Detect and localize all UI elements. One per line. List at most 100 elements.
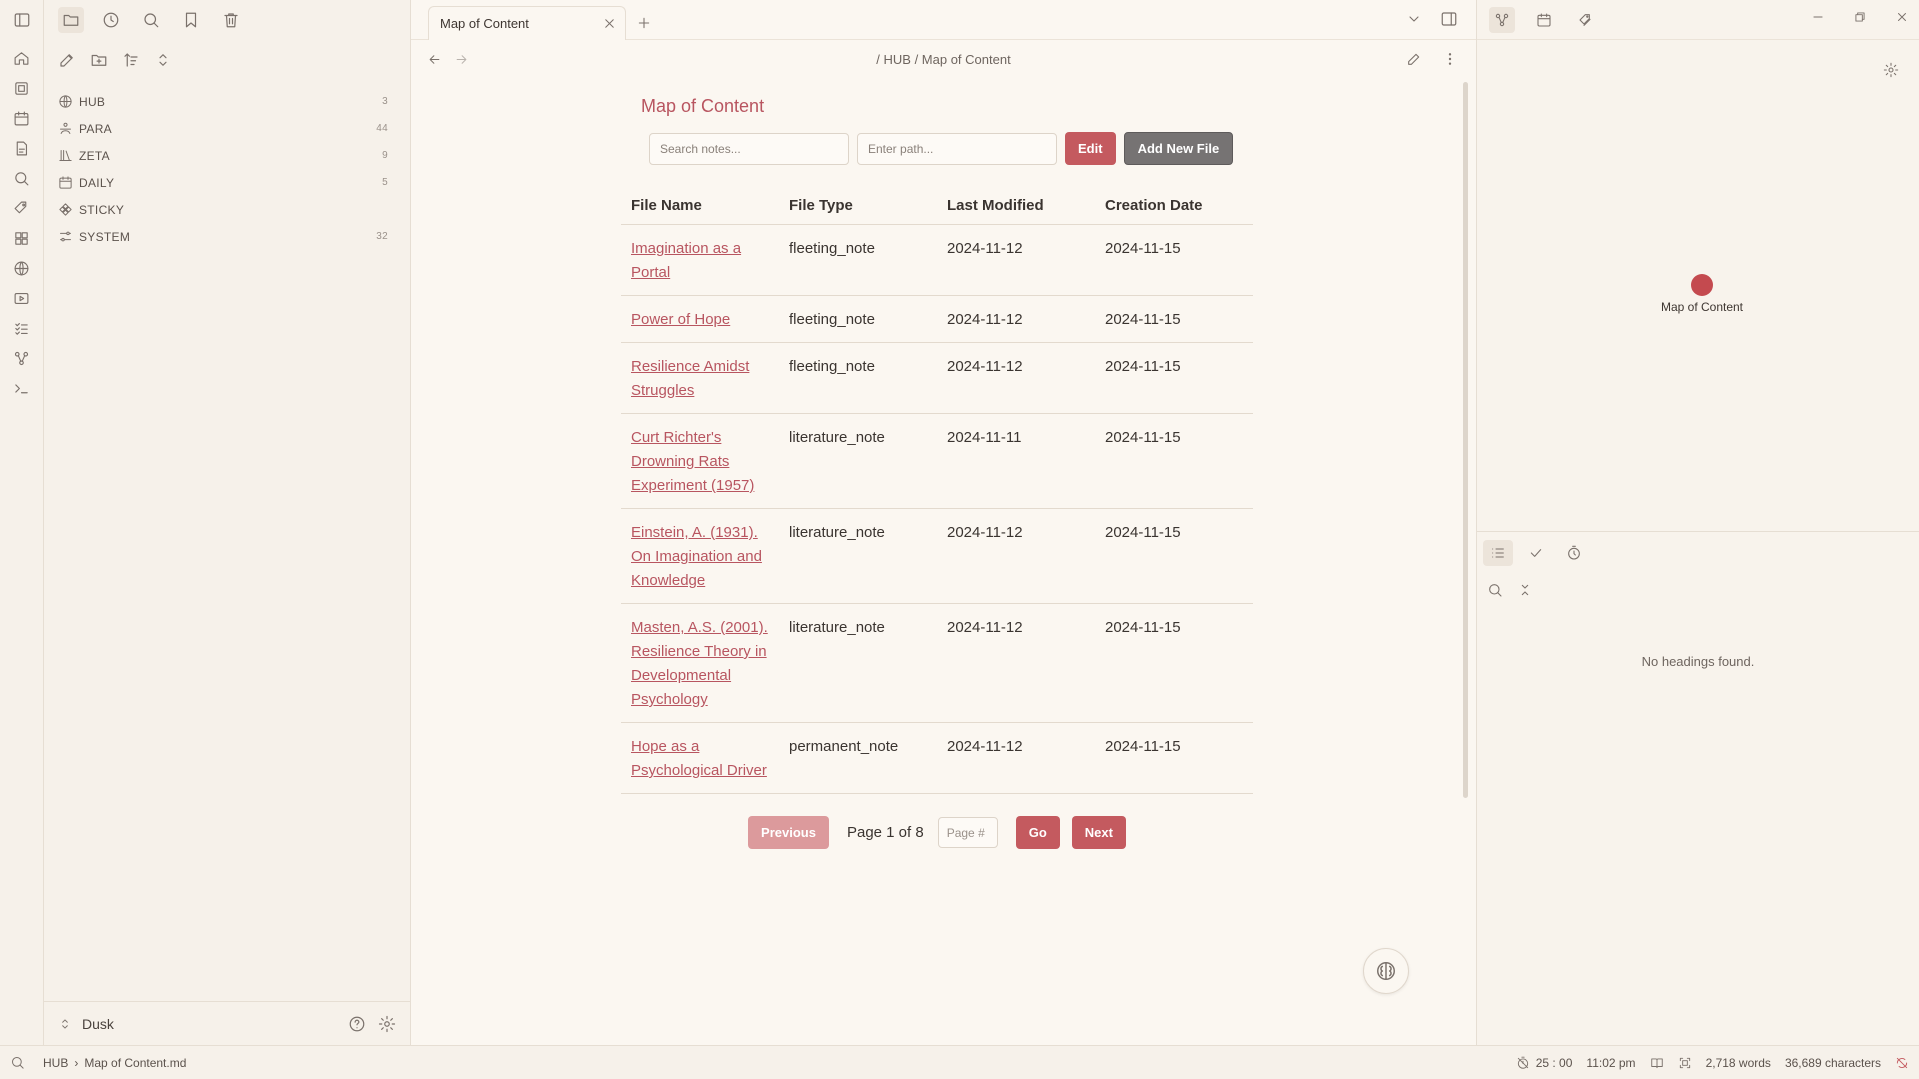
crumb-folder[interactable]: HUB <box>43 1056 68 1070</box>
breadcrumb[interactable]: / HUB / Map of Content <box>411 52 1476 67</box>
search-icon[interactable] <box>138 7 164 33</box>
library-icon <box>58 148 73 163</box>
help-icon[interactable] <box>348 1015 366 1033</box>
sidebar-left-toggle-icon[interactable] <box>13 11 31 29</box>
bookmark-icon[interactable] <box>178 7 204 33</box>
graph-node-label: Map of Content <box>1660 300 1744 314</box>
restore-icon[interactable] <box>1853 10 1867 24</box>
character-count: 36,689 characters <box>1784 1055 1881 1070</box>
folder-icon[interactable] <box>58 7 84 33</box>
search-input[interactable] <box>649 132 849 165</box>
modified-cell: 2024-11-12 <box>937 295 1095 343</box>
crumb-separator: › <box>74 1055 79 1070</box>
pomodoro-timer[interactable]: 25 : 00 <box>1516 1056 1572 1070</box>
pagination: Previous Page 1 of 8 Go Next <box>621 816 1253 849</box>
list-icon[interactable] <box>1483 540 1513 566</box>
note-link[interactable]: Hope as a Psychological Driver <box>631 738 767 779</box>
plus-icon[interactable] <box>636 15 652 31</box>
crumb-file[interactable]: Map of Content.md <box>84 1056 186 1070</box>
folder-count: 5 <box>382 177 388 188</box>
created-cell: 2024-11-15 <box>1095 413 1253 509</box>
more-options-icon[interactable] <box>1442 51 1458 67</box>
note-link[interactable]: Curt Richter's Drowning Rats Experiment … <box>631 429 754 494</box>
grid-icon[interactable] <box>13 230 30 247</box>
sidebar-right-toggle-icon[interactable] <box>1440 10 1458 28</box>
tab-map-of-content[interactable]: Map of Content <box>428 6 626 40</box>
new-folder-icon[interactable] <box>90 51 108 69</box>
previous-button[interactable]: Previous <box>748 816 829 849</box>
note-link[interactable]: Resilience Amidst Struggles <box>631 358 749 399</box>
folder-hub[interactable]: HUB 3 <box>44 88 410 115</box>
pages-icon[interactable] <box>13 80 30 97</box>
vault-switcher[interactable]: Dusk <box>58 1016 348 1032</box>
graph-settings-icon[interactable] <box>1883 62 1899 78</box>
calendar-icon[interactable] <box>13 110 30 127</box>
collapse-icon[interactable] <box>154 51 172 69</box>
created-cell: 2024-11-15 <box>1095 224 1253 296</box>
search-icon[interactable] <box>10 1055 25 1070</box>
home-icon[interactable] <box>13 50 30 67</box>
focus-icon[interactable] <box>1678 1056 1692 1070</box>
note-link[interactable]: Masten, A.S. (2001). Resilience Theory i… <box>631 619 768 708</box>
brain-button[interactable] <box>1363 948 1409 994</box>
trash-icon[interactable] <box>218 7 244 33</box>
folder-sticky[interactable]: STICKY <box>44 196 410 223</box>
file-type-cell: literature_note <box>779 413 937 509</box>
graph-icon[interactable] <box>13 350 30 367</box>
folder-daily[interactable]: DAILY 5 <box>44 169 410 196</box>
tags-icon[interactable] <box>1573 7 1599 33</box>
sticky-icon <box>58 202 73 217</box>
folder-name: HUB <box>79 94 106 109</box>
calendar-icon[interactable] <box>1531 7 1557 33</box>
file-path-breadcrumb[interactable]: HUB › Map of Content.md <box>43 1056 186 1070</box>
check-icon[interactable] <box>1521 540 1551 566</box>
globe-icon[interactable] <box>13 260 30 277</box>
sync-off-icon[interactable] <box>1895 1056 1909 1070</box>
go-button[interactable]: Go <box>1015 816 1060 849</box>
page-number-input[interactable] <box>937 817 998 848</box>
table-row: Resilience Amidst Struggles fleeting_not… <box>621 342 1253 414</box>
clock-icon[interactable] <box>98 7 124 33</box>
para-icon <box>58 121 73 136</box>
folder-name: STICKY <box>79 202 125 217</box>
timer-icon[interactable] <box>1559 540 1589 566</box>
edit-pen-icon[interactable] <box>1406 51 1422 67</box>
folder-para[interactable]: PARA 44 <box>44 115 410 142</box>
collapse-all-icon[interactable] <box>1517 582 1533 598</box>
file-icon[interactable] <box>13 140 30 157</box>
sort-icon[interactable] <box>122 51 140 69</box>
modified-cell: 2024-11-12 <box>937 603 1095 723</box>
folder-zeta[interactable]: ZETA 9 <box>44 142 410 169</box>
modified-cell: 2024-11-11 <box>937 413 1095 509</box>
timer-off-icon <box>1516 1056 1530 1070</box>
checklist-icon[interactable] <box>13 320 30 337</box>
file-type-cell: fleeting_note <box>779 295 937 343</box>
search-icon[interactable] <box>13 170 30 187</box>
search-icon[interactable] <box>1487 582 1503 598</box>
folder-system[interactable]: SYSTEM 32 <box>44 223 410 250</box>
terminal-icon[interactable] <box>13 380 30 397</box>
graph-node[interactable] <box>1691 274 1713 296</box>
note-link[interactable]: Power of Hope <box>631 311 730 328</box>
close-window-icon[interactable] <box>1895 10 1909 24</box>
path-input[interactable] <box>857 132 1057 165</box>
edit-button[interactable]: Edit <box>1065 132 1116 165</box>
note-link[interactable]: Einstein, A. (1931). On Imagination and … <box>631 524 762 589</box>
reading-mode-icon[interactable] <box>1650 1056 1664 1070</box>
modified-cell: 2024-11-12 <box>937 722 1095 794</box>
new-note-icon[interactable] <box>58 51 76 69</box>
minimize-icon[interactable] <box>1811 10 1825 24</box>
note-link[interactable]: Imagination as a Portal <box>631 240 741 281</box>
graph-icon[interactable] <box>1489 6 1515 33</box>
scrollbar[interactable] <box>1463 82 1468 798</box>
close-icon[interactable] <box>602 16 617 31</box>
add-new-file-button[interactable]: Add New File <box>1123 132 1234 165</box>
settings-icon[interactable] <box>378 1015 396 1033</box>
graph-view[interactable]: Map of Content <box>1477 40 1919 532</box>
tag-pen-icon[interactable] <box>13 200 30 217</box>
next-button[interactable]: Next <box>1071 816 1126 849</box>
slides-icon[interactable] <box>13 290 30 307</box>
chevron-down-icon[interactable] <box>1406 10 1422 28</box>
table-row: Imagination as a Portal fleeting_note 20… <box>621 224 1253 296</box>
clock-time: 11:02 pm <box>1586 1055 1636 1070</box>
